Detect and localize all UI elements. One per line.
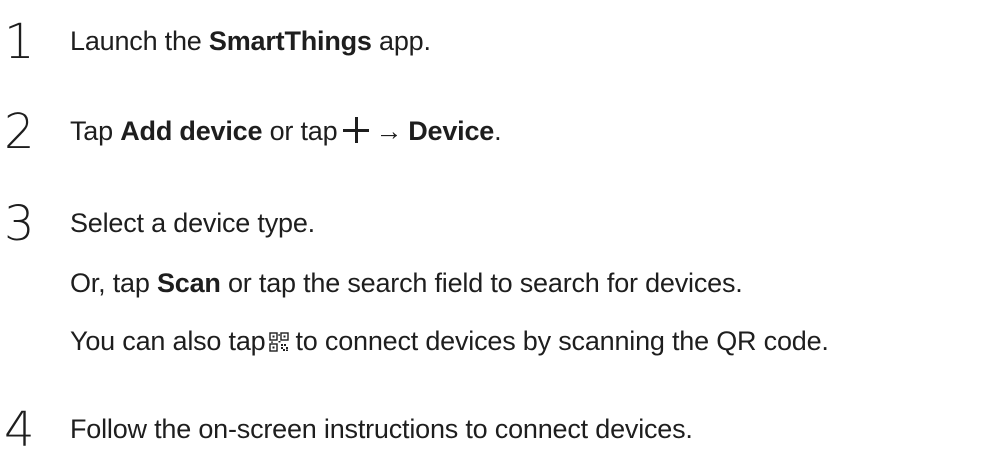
step-text-qr: You can also tap to connect devices by s…: [70, 324, 829, 358]
step-text-pre: Launch the: [70, 26, 209, 56]
step-text-pre: Or, tap: [70, 268, 157, 298]
step-text: Follow the on-screen instructions to con…: [70, 414, 693, 444]
arrow-icon: →: [375, 116, 403, 146]
step-number: 3: [4, 196, 35, 252]
step-text-post: or tap the search field to search for de…: [220, 268, 743, 298]
scan-label: Scan: [156, 268, 221, 298]
step-text-post: to connect devices by scanning the QR co…: [295, 326, 829, 356]
plus-icon: [343, 117, 370, 143]
step-number: 1: [4, 14, 35, 70]
step-text-pre: Tap: [70, 116, 121, 146]
step-text-post: app.: [371, 26, 431, 56]
step-text-mid: or tap: [262, 116, 338, 146]
app-name: SmartThings: [208, 26, 372, 56]
step-text-post: .: [494, 116, 502, 146]
step-number: 4: [4, 402, 35, 458]
step-text: Select a device type.: [70, 208, 315, 238]
device-label: Device: [408, 116, 495, 146]
step-text: Launch the SmartThings app.: [70, 24, 431, 58]
step-text: Tap Add device or tap → Device.: [70, 114, 502, 148]
qr-code-icon: [269, 332, 290, 352]
add-device-label: Add device: [120, 116, 263, 146]
step-number: 2: [4, 104, 35, 160]
step-text-pre: You can also tap: [70, 326, 266, 356]
step-text-alt: Or, tap Scan or tap the search field to …: [70, 266, 743, 300]
